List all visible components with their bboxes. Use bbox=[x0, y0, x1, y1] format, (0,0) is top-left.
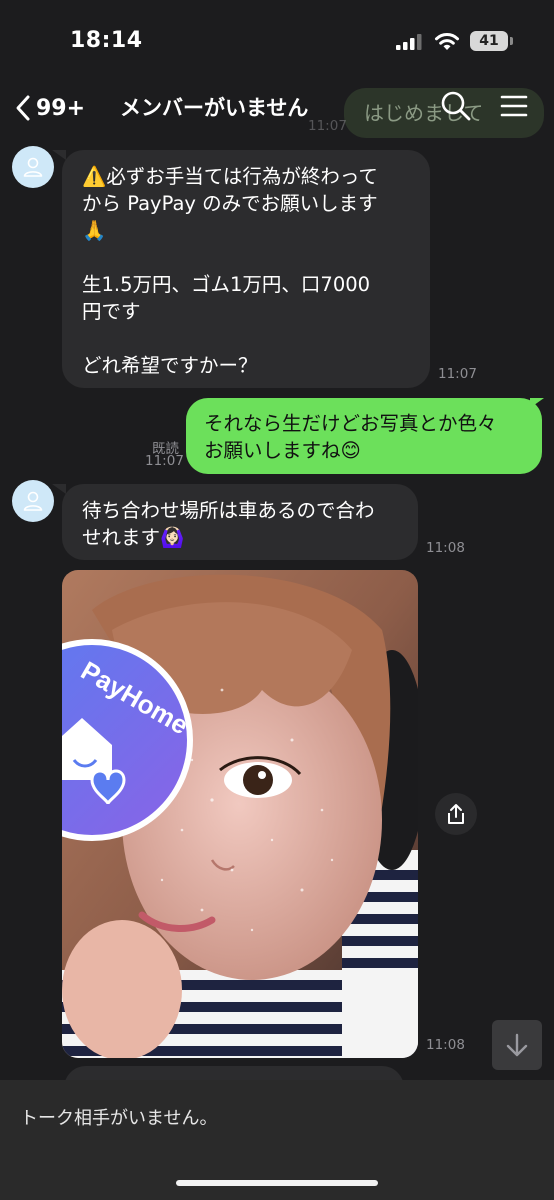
battery-tip bbox=[510, 37, 513, 45]
search-icon[interactable] bbox=[440, 90, 472, 122]
home-indicator bbox=[176, 1180, 378, 1186]
share-button[interactable] bbox=[435, 793, 477, 835]
avatar[interactable] bbox=[12, 146, 54, 188]
person-icon bbox=[23, 157, 43, 177]
arrow-down-icon bbox=[506, 1033, 528, 1057]
status-time: 18:14 bbox=[70, 28, 143, 53]
person-icon bbox=[23, 491, 43, 511]
unread-count: 99+ bbox=[36, 95, 86, 121]
battery-indicator: 41 bbox=[470, 31, 508, 51]
scroll-to-bottom-button[interactable] bbox=[492, 1020, 542, 1070]
back-button[interactable]: 99+ bbox=[14, 88, 104, 128]
bubble-tail bbox=[52, 484, 66, 494]
hamburger-menu-icon[interactable] bbox=[500, 92, 528, 120]
chat-title: メンバーがいません bbox=[120, 96, 309, 120]
message-time: 11:07 bbox=[438, 366, 477, 382]
message-time: 11:08 bbox=[426, 1037, 465, 1053]
wifi-icon bbox=[435, 33, 459, 50]
share-icon bbox=[448, 804, 464, 824]
incoming-message[interactable]: ⚠️必ずお手当ては行為が終わって から PayPay のみでお願いします 🙏 生… bbox=[62, 150, 430, 388]
preview-time: 11:07 bbox=[308, 118, 347, 134]
message-time: 11:07 bbox=[145, 453, 184, 469]
message-time: 11:08 bbox=[426, 540, 465, 556]
incoming-message[interactable]: 待ち合わせ場所は車あるので合わ せれます🙆🏻‍♀️ bbox=[62, 484, 418, 560]
no-members-notice: トーク相手がいません。 bbox=[20, 1108, 218, 1129]
chevron-left-icon bbox=[16, 95, 30, 121]
photo-image: PayHome bbox=[62, 570, 418, 1058]
photo-message[interactable]: PayHome bbox=[62, 570, 418, 1058]
bubble-tail bbox=[52, 150, 66, 160]
outgoing-message[interactable]: それなら生だけどお写真とか色々 お願いしますね😊 bbox=[186, 398, 542, 474]
signal-icon bbox=[396, 34, 422, 50]
avatar[interactable] bbox=[12, 480, 54, 522]
